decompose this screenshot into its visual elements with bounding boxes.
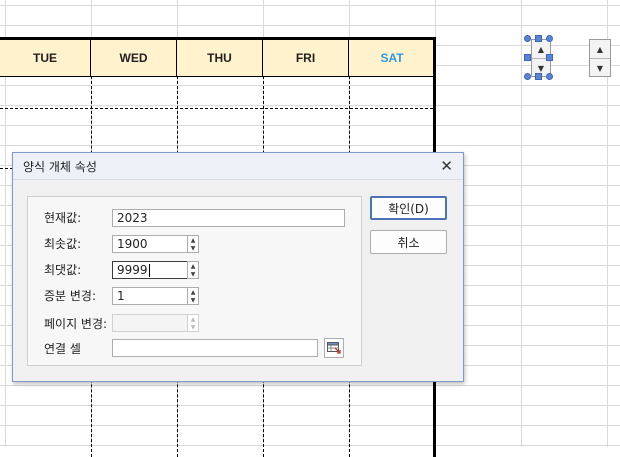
- resize-handle[interactable]: [524, 73, 531, 80]
- properties-group: 현재값: 2023 최솟값: 1900 ▲ ▼ 최댓값: 9999 ▲ ▼ 증분…: [27, 196, 362, 366]
- close-icon[interactable]: ✕: [440, 157, 453, 175]
- chevron-down-icon[interactable]: ▼: [188, 270, 198, 278]
- chevron-up-icon[interactable]: ▲: [188, 236, 198, 244]
- max-value-label-text: 최댓값:: [44, 262, 82, 277]
- cell-picker-button[interactable]: [324, 338, 344, 358]
- cancel-button-label: 취소: [397, 235, 420, 250]
- linked-cell-label-text: 연결 셀: [44, 341, 81, 356]
- chevron-down-icon[interactable]: ▼: [188, 296, 198, 304]
- day-header-tue[interactable]: TUE: [0, 40, 91, 76]
- min-value-stepper[interactable]: ▲ ▼: [187, 235, 199, 253]
- text-caret: [148, 263, 150, 277]
- chevron-down-icon: ▼: [190, 323, 196, 331]
- max-value-stepper[interactable]: ▲ ▼: [187, 261, 199, 279]
- resize-handle[interactable]: [546, 35, 553, 42]
- increment-label-text: 증분 변경:: [44, 288, 97, 303]
- calendar-day-header-row: TUE WED THU FRI SAT: [0, 40, 433, 77]
- current-value-text: 2023: [117, 211, 148, 225]
- min-value-input[interactable]: 1900: [112, 235, 188, 253]
- current-value-label: 현재값:: [44, 207, 81, 227]
- page-change-label: 페이지 변경:: [44, 313, 107, 333]
- dialog-title: 양식 개체 속성: [23, 159, 97, 174]
- chevron-up-icon[interactable]: ▲: [188, 262, 198, 270]
- page-change-input: [112, 314, 188, 332]
- day-header-fri[interactable]: FRI: [263, 40, 349, 76]
- spin-button-control[interactable]: ▲ ▼: [589, 39, 611, 77]
- cell-picker-icon: [327, 342, 341, 354]
- increment-input[interactable]: 1: [112, 287, 188, 305]
- calendar-row-divider: [0, 108, 433, 109]
- resize-handle[interactable]: [535, 73, 542, 80]
- max-value-input[interactable]: 9999: [112, 261, 188, 279]
- resize-handle[interactable]: [546, 54, 553, 61]
- day-header-sat[interactable]: SAT: [349, 40, 435, 76]
- chevron-down-icon[interactable]: ▼: [590, 59, 610, 77]
- resize-handle[interactable]: [524, 54, 531, 61]
- min-value-label-text: 최솟값:: [44, 236, 82, 251]
- max-value-text: 9999: [117, 263, 148, 277]
- min-value-label: 최솟값:: [44, 233, 81, 253]
- chevron-up-icon[interactable]: ▲: [188, 288, 198, 296]
- increment-label: 증분 변경:: [44, 285, 96, 305]
- increment-stepper[interactable]: ▲ ▼: [187, 287, 199, 305]
- page-change-label-text: 페이지 변경:: [44, 316, 108, 331]
- chevron-down-icon[interactable]: ▼: [188, 244, 198, 252]
- chevron-up-icon: ▲: [190, 315, 196, 323]
- resize-handle[interactable]: [546, 73, 553, 80]
- cancel-button[interactable]: 취소: [370, 230, 447, 254]
- resize-handle[interactable]: [524, 35, 531, 42]
- linked-cell-input[interactable]: [112, 339, 318, 357]
- current-value-input[interactable]: 2023: [112, 209, 345, 227]
- chevron-up-icon[interactable]: ▲: [590, 40, 610, 59]
- ok-button[interactable]: 확인(D): [370, 196, 447, 220]
- increment-text: 1: [117, 289, 125, 303]
- day-header-thu[interactable]: THU: [177, 40, 263, 76]
- form-control-properties-dialog: 양식 개체 속성 ✕ 현재값: 2023 최솟값: 1900 ▲ ▼ 최댓값: …: [12, 152, 464, 382]
- ok-button-label: 확인(D): [388, 201, 429, 216]
- resize-handle[interactable]: [535, 35, 542, 42]
- page-change-stepper: ▲ ▼: [187, 314, 199, 332]
- day-header-wed[interactable]: WED: [91, 40, 177, 76]
- min-value-text: 1900: [117, 237, 148, 251]
- dialog-titlebar[interactable]: 양식 개체 속성 ✕: [13, 153, 463, 180]
- max-value-label: 최댓값:: [44, 259, 81, 279]
- current-value-label-text: 현재값:: [44, 210, 82, 225]
- linked-cell-label: 연결 셀: [44, 338, 81, 358]
